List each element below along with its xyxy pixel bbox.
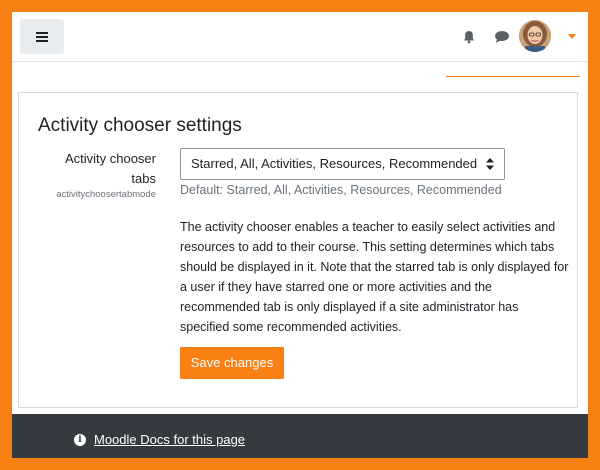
accent-divider	[446, 76, 580, 77]
setting-code: activitychoosertabmode	[56, 189, 156, 200]
info-icon: i	[74, 434, 86, 446]
moodle-docs-link[interactable]: Moodle Docs for this page	[94, 432, 245, 447]
avatar-image	[519, 20, 551, 52]
select-value: Starred, All, Activities, Resources, Rec…	[191, 156, 478, 171]
chat-icon[interactable]	[494, 30, 510, 44]
nav-drawer-toggle-button[interactable]	[20, 19, 64, 54]
setting-label: Activity chooser tabs	[64, 151, 156, 186]
select-arrows-icon	[486, 158, 494, 170]
moodle-page: Activity chooser settings Activity choos…	[12, 12, 588, 458]
save-button[interactable]: Save changes	[180, 347, 284, 379]
settings-card: Activity chooser settings Activity choos…	[18, 92, 578, 408]
page-title: Activity chooser settings	[38, 115, 242, 136]
bell-icon[interactable]	[462, 30, 476, 44]
page-footer: i Moodle Docs for this page	[12, 414, 588, 458]
default-value-text: Default: Starred, All, Activities, Resou…	[180, 183, 502, 197]
setting-description: The activity chooser enables a teacher t…	[180, 220, 569, 334]
tabs-select[interactable]: Starred, All, Activities, Resources, Rec…	[180, 148, 505, 180]
top-navbar	[12, 12, 588, 62]
user-avatar[interactable]	[519, 20, 551, 52]
chevron-down-icon[interactable]	[568, 34, 576, 39]
hamburger-icon	[36, 31, 48, 42]
